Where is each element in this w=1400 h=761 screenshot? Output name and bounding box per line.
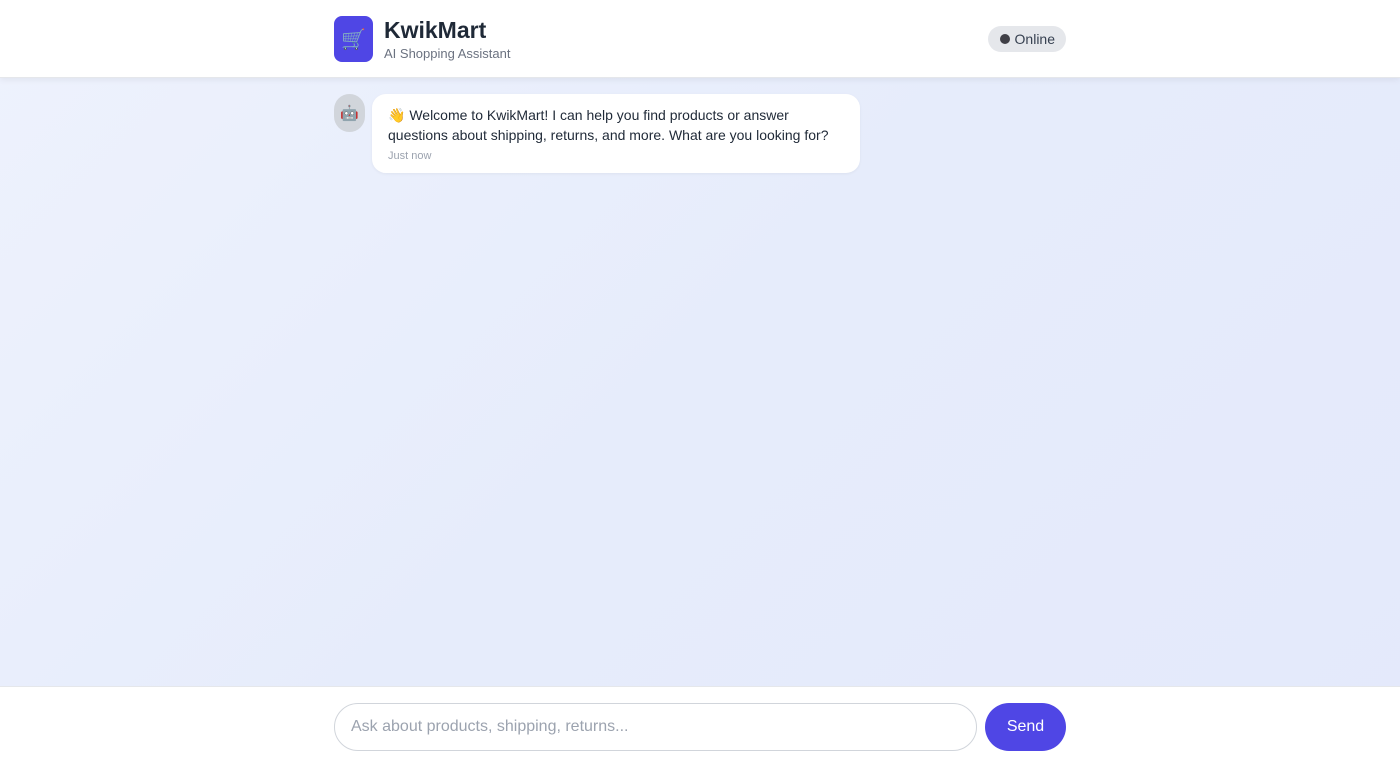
message-bubble: 👋 Welcome to KwikMart! I can help you fi… <box>372 94 860 173</box>
app-header: 🛒 KwikMart AI Shopping Assistant Online <box>0 0 1400 78</box>
message-timestamp: Just now <box>388 150 432 162</box>
message-text: 👋 Welcome to KwikMart! I can help you fi… <box>388 107 829 143</box>
app-title: KwikMart <box>384 16 487 43</box>
status-label: Online <box>1014 31 1055 47</box>
chat-messages: 🤖 👋 Welcome to KwikMart! I can help you … <box>334 94 1066 173</box>
brand-text: KwikMart AI Shopping Assistant <box>384 17 510 62</box>
shopping-cart-icon: 🛒 <box>334 16 373 62</box>
bot-message: 🤖 👋 Welcome to KwikMart! I can help you … <box>334 94 1066 173</box>
composer: Send <box>334 703 1066 751</box>
composer-bar: Send <box>0 686 1400 761</box>
header-content: 🛒 KwikMart AI Shopping Assistant Online <box>334 0 1066 78</box>
brand: 🛒 KwikMart AI Shopping Assistant <box>334 16 510 62</box>
status-badge: Online <box>987 26 1066 52</box>
status-dot-icon <box>999 34 1010 44</box>
robot-icon: 🤖 <box>334 94 365 132</box>
app-subtitle: AI Shopping Assistant <box>384 45 511 61</box>
message-input[interactable] <box>334 703 977 751</box>
send-button[interactable]: Send <box>985 703 1066 751</box>
